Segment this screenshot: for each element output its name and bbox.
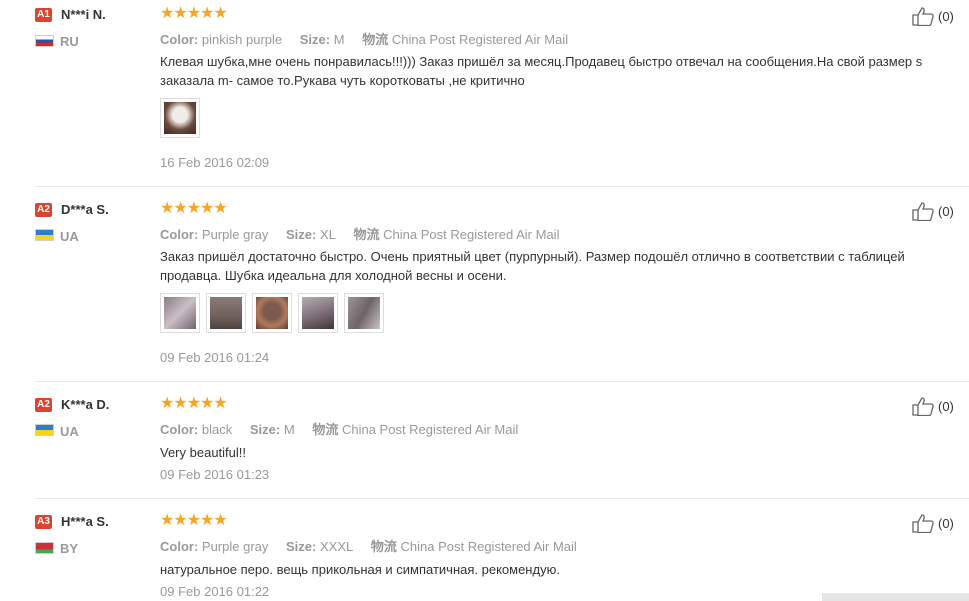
size-label: Size: — [299, 32, 331, 47]
color-label: Color: — [160, 422, 199, 437]
reviewer-country: RU — [60, 34, 79, 49]
shipping-value: China Post Registered Air Mail — [341, 422, 519, 437]
order-attributes: Color: Purple gray Size: XL 物流 China Pos… — [160, 224, 559, 243]
review-date: 09 Feb 2016 01:24 — [160, 350, 270, 365]
review-photo-thumbnail[interactable] — [344, 293, 384, 333]
review-divider — [35, 498, 969, 499]
review-photos — [160, 98, 200, 138]
shipping-value: China Post Registered Air Mail — [383, 227, 560, 242]
order-attributes: Color: Purple gray Size: XXXL 物流 China P… — [160, 536, 577, 555]
review-text: Заказ пришёл достаточно быстро. Очень пр… — [160, 249, 905, 283]
shipping-label: 物流 — [312, 422, 339, 437]
thumbs-up-icon — [912, 7, 934, 26]
review-photo-thumbnail[interactable] — [252, 293, 292, 333]
reviewer-name: H***a S. — [61, 514, 109, 529]
helpful-count: (0) — [938, 398, 954, 414]
reviewer-country: UA — [60, 229, 79, 244]
order-attributes: Color: black Size: M 物流 China Post Regis… — [160, 419, 518, 438]
review-photos — [160, 293, 384, 333]
shipping-value: China Post Registered Air Mail — [391, 32, 569, 47]
order-attributes: Color: pinkish purple Size: M 物流 China P… — [160, 29, 568, 48]
size-label: Size: — [286, 227, 317, 242]
shipping-label: 物流 — [362, 32, 389, 47]
buyer-level-badge: A2 — [35, 203, 52, 217]
review-photo-thumbnail[interactable] — [160, 98, 200, 138]
helpful-button[interactable]: (0) — [912, 513, 954, 533]
reviewer-country: BY — [60, 541, 79, 556]
reviewer-name: K***a D. — [61, 397, 110, 412]
size-label: Size: — [249, 422, 281, 437]
flag-by-icon — [35, 542, 54, 554]
shipping-value: China Post Registered Air Mail — [400, 539, 577, 554]
review-date: 09 Feb 2016 01:22 — [160, 584, 270, 599]
color-label: Color: — [160, 539, 199, 554]
review-divider — [35, 186, 969, 187]
star-rating: ★★★★★ — [160, 5, 228, 22]
color-label: Color: — [160, 32, 199, 47]
helpful-button[interactable]: (0) — [912, 6, 954, 26]
helpful-button[interactable]: (0) — [912, 396, 954, 416]
reviewer-name: D***a S. — [61, 202, 109, 217]
star-rating: ★★★★★ — [160, 395, 228, 412]
thumbs-up-icon — [912, 397, 934, 416]
color-value: pinkish purple — [201, 32, 283, 47]
thumbs-up-icon — [912, 202, 934, 221]
size-value: XXXL — [319, 539, 354, 554]
color-value: Purple gray — [201, 539, 269, 554]
review-date: 16 Feb 2016 02:09 — [160, 155, 270, 170]
review-photo-thumbnail[interactable] — [298, 293, 338, 333]
size-label: Size: — [286, 539, 317, 554]
review-text: Very beautiful!! — [160, 445, 246, 460]
review-photo-thumbnail[interactable] — [206, 293, 246, 333]
reviewer-name: N***i N. — [61, 7, 106, 22]
star-rating: ★★★★★ — [160, 200, 228, 217]
color-label: Color: — [160, 227, 199, 242]
flag-ua-icon — [35, 229, 54, 241]
review-text: Клевая шубка,мне очень понравилась!!!)))… — [160, 54, 923, 88]
flag-ru-icon — [35, 35, 54, 47]
shipping-label: 物流 — [370, 539, 397, 554]
size-value: M — [333, 32, 345, 47]
reviewer-country: UA — [60, 424, 79, 439]
review-photo-thumbnail[interactable] — [160, 293, 200, 333]
buyer-level-badge: A1 — [35, 8, 52, 22]
shipping-label: 物流 — [353, 227, 380, 242]
thumbs-up-icon — [912, 514, 934, 533]
buyer-level-badge: A2 — [35, 398, 52, 412]
color-value: black — [201, 422, 233, 437]
review-text: натуральное перо. вещь прикольная и симп… — [160, 562, 560, 577]
horizontal-scrollbar[interactable] — [822, 593, 969, 601]
color-value: Purple gray — [201, 227, 269, 242]
helpful-count: (0) — [938, 8, 954, 24]
helpful-count: (0) — [938, 515, 954, 531]
buyer-level-badge: A3 — [35, 515, 52, 529]
helpful-button[interactable]: (0) — [912, 201, 954, 221]
helpful-count: (0) — [938, 203, 954, 219]
review-date: 09 Feb 2016 01:23 — [160, 467, 270, 482]
star-rating: ★★★★★ — [160, 512, 228, 529]
review-divider — [35, 381, 969, 382]
flag-ua-icon — [35, 424, 54, 436]
size-value: M — [283, 422, 295, 437]
size-value: XL — [319, 227, 336, 242]
